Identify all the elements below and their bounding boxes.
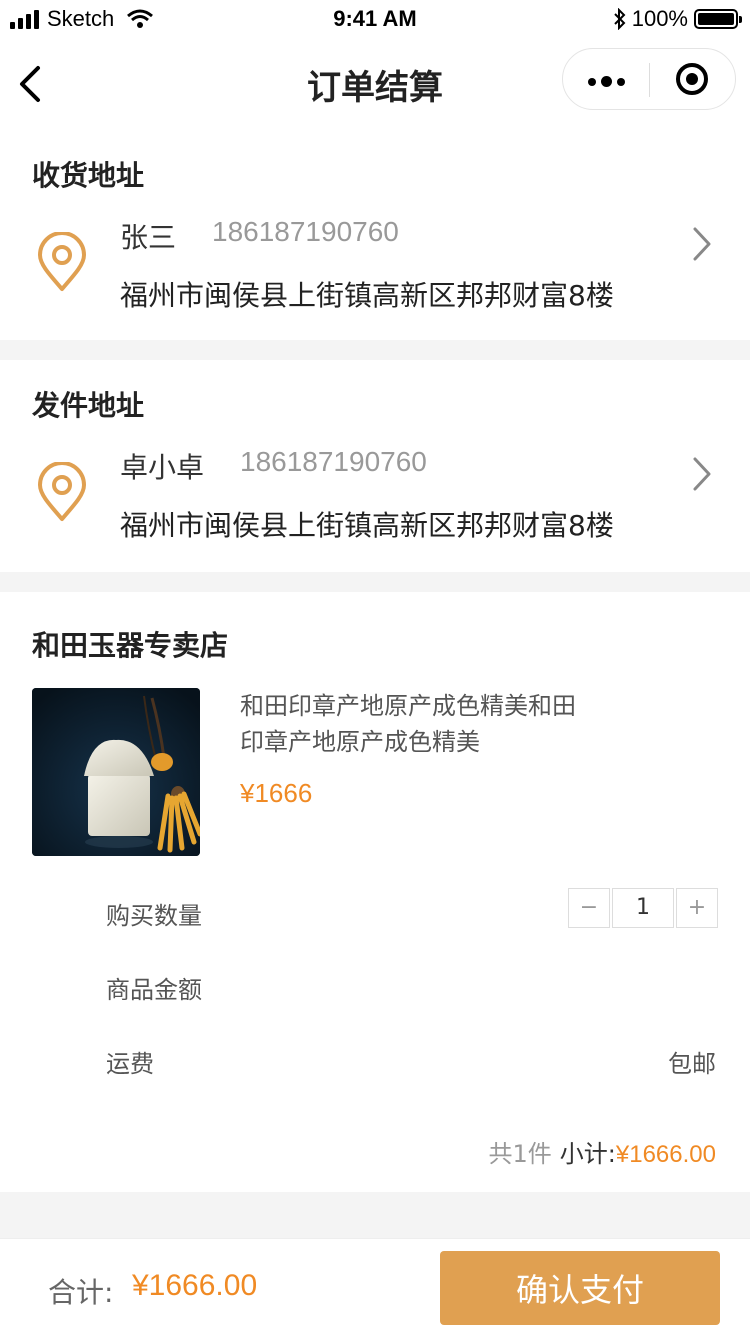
jade-seal-image	[32, 688, 200, 856]
product-title[interactable]: 和田印章产地原产成色精美和田 印章产地原产成色精美	[240, 688, 600, 760]
receiver-address: 福州市闽侯县上街镇高新区邦邦财富8楼	[120, 279, 614, 312]
status-right: 100%	[612, 6, 742, 32]
receiver-phone: 186187190760	[212, 216, 399, 247]
chevron-right-icon	[693, 457, 711, 491]
sender-name: 卓小卓	[120, 451, 205, 484]
location-pin-icon	[38, 232, 86, 291]
item-count: 共1件	[488, 1140, 552, 1168]
total-value: ¥1666.00	[132, 1269, 258, 1302]
product-title-line-2: 印章产地原产成色精美	[240, 728, 480, 756]
shipping-value: 包邮	[668, 1050, 716, 1078]
subtotal-row: 共1件 小计:¥1666.00	[489, 1134, 716, 1169]
store-name: 和田玉器专卖店	[32, 629, 229, 662]
product-title-line-1: 和田印章产地原产成色精美和田	[240, 692, 576, 720]
quantity-stepper: − 1 +	[568, 888, 718, 930]
mini-program-capsule	[562, 48, 736, 110]
amount-label: 商品金额	[106, 976, 202, 1004]
quantity-input[interactable]: 1	[612, 888, 674, 928]
target-icon	[676, 63, 708, 95]
sender-phone: 186187190760	[240, 446, 427, 477]
decrease-button[interactable]: −	[568, 888, 610, 928]
order-card: 和田玉器专卖店 和田印章产地原产成色精美和田 印章产地原产成色精美 ¥1666 …	[0, 592, 750, 1192]
navigation-bar: 订单结算	[0, 40, 750, 126]
status-bar: Sketch 9:41 AM 100%	[0, 0, 750, 40]
sender-section-title: 发件地址	[32, 389, 145, 422]
product-price: ¥1666	[240, 778, 313, 808]
more-dots-icon	[588, 76, 625, 87]
increase-button[interactable]: +	[676, 888, 718, 928]
location-pin-icon	[38, 462, 86, 521]
bluetooth-icon	[614, 8, 626, 30]
receiver-address-row[interactable]: 张三 186187190760 福州市闽侯县上街镇高新区邦邦财富8楼	[0, 216, 750, 336]
receiver-name: 张三	[120, 221, 177, 254]
chevron-right-icon	[693, 227, 711, 261]
sender-address-row[interactable]: 卓小卓 186187190760 福州市闽侯县上街镇高新区邦邦财富8楼	[0, 446, 750, 566]
confirm-pay-button[interactable]: 确认支付	[440, 1251, 720, 1325]
shipping-label: 运费	[106, 1050, 154, 1078]
receiver-address-card: 收货地址 张三 186187190760 福州市闽侯县上街镇高新区邦邦财富8楼	[0, 126, 750, 340]
battery-percent: 100%	[631, 6, 688, 31]
battery-icon	[694, 9, 742, 29]
quantity-label: 购买数量	[106, 902, 202, 930]
subtotal-label: 小计:	[559, 1140, 616, 1168]
close-mini-program-button[interactable]	[650, 49, 736, 109]
sender-address-card: 发件地址 卓小卓 186187190760 福州市闽侯县上街镇高新区邦邦财富8楼	[0, 360, 750, 572]
total-label: 合计:	[48, 1276, 114, 1309]
sender-address: 福州市闽侯县上街镇高新区邦邦财富8楼	[120, 509, 614, 542]
checkout-bar: 合计: ¥1666.00 确认支付	[0, 1238, 750, 1334]
more-button[interactable]	[563, 49, 649, 109]
subtotal-value: ¥1666.00	[615, 1141, 716, 1168]
product-image[interactable]	[32, 688, 200, 856]
receiver-section-title: 收货地址	[32, 159, 145, 192]
